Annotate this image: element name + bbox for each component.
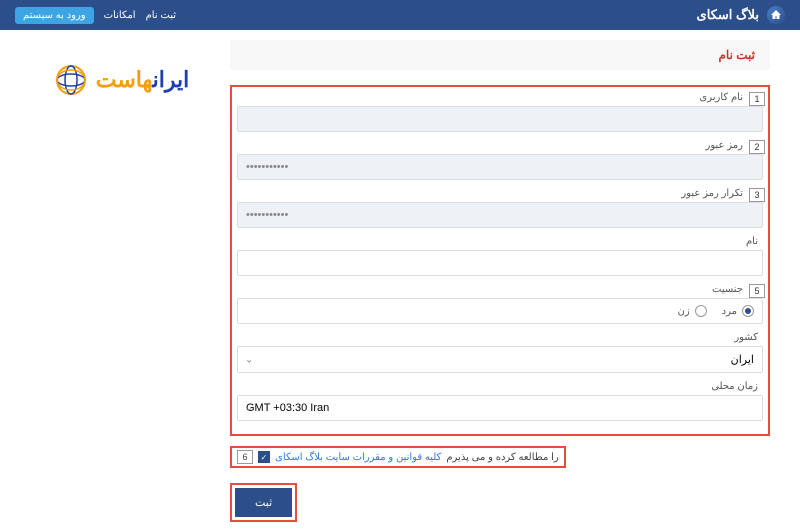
- field-number-badge: 1: [749, 92, 765, 106]
- page-title-bar: ثبت نام: [230, 40, 770, 70]
- terms-checkbox[interactable]: ✓: [258, 451, 270, 463]
- password-repeat-input[interactable]: [237, 202, 763, 228]
- main-form-area: ثبت نام 1 نام کاربری 2 رمز عبور 3 تکرار …: [230, 40, 770, 522]
- app-header: بلاگ اسکای ثبت نام امکانات ورود به سیستم: [0, 0, 800, 30]
- gender-female-option[interactable]: زن: [677, 305, 706, 317]
- name-input[interactable]: [237, 250, 763, 276]
- field-number-badge: 2: [749, 140, 765, 154]
- password-label: رمز عبور: [237, 140, 763, 151]
- login-button[interactable]: ورود به سیستم: [15, 7, 94, 24]
- name-label: نام: [237, 236, 763, 247]
- site-logo-icon: [767, 6, 785, 24]
- gender-male-option[interactable]: مرد: [722, 305, 754, 317]
- signup-form: 1 نام کاربری 2 رمز عبور 3 تکرار رمز عبور…: [230, 85, 770, 436]
- timezone-select[interactable]: GMT +03:30 Iran: [237, 395, 763, 421]
- gender-female-label: زن: [677, 306, 689, 317]
- terms-link[interactable]: کلیه قوانین و مقررات سایت بلاگ اسکای: [275, 452, 441, 463]
- password-repeat-label: تکرار رمز عبور: [237, 188, 763, 199]
- field-number-badge: 6: [237, 450, 253, 464]
- timezone-label: زمان محلی: [237, 381, 763, 392]
- username-label: نام کاربری: [237, 92, 763, 103]
- field-number-badge: 3: [749, 188, 765, 202]
- country-select[interactable]: ایران: [237, 346, 763, 373]
- country-label: کشور: [237, 332, 763, 343]
- globe-icon: [51, 60, 91, 100]
- site-title: بلاگ اسکای: [697, 7, 759, 23]
- gender-label: جنسیت: [237, 284, 763, 295]
- brand-panel: ایرانهاست: [30, 40, 210, 522]
- radio-icon: [742, 305, 754, 317]
- radio-icon: [695, 305, 707, 317]
- nav-signup-link[interactable]: ثبت نام: [146, 10, 176, 21]
- brand-text: ایرانهاست: [96, 67, 190, 93]
- page-title: ثبت نام: [718, 48, 755, 62]
- field-number-badge: 5: [749, 284, 765, 298]
- terms-text-suffix: را مطالعه کرده و می پذیرم: [446, 452, 558, 463]
- username-input[interactable]: [237, 106, 763, 132]
- gender-male-label: مرد: [722, 306, 737, 317]
- nav-features-link[interactable]: امکانات: [104, 10, 136, 21]
- submit-button[interactable]: ثبت: [235, 488, 292, 517]
- submit-highlight: ثبت: [230, 483, 297, 522]
- gender-radio-group: مرد زن: [237, 298, 763, 324]
- terms-row: را مطالعه کرده و می پذیرم کلیه قوانین و …: [230, 446, 566, 468]
- password-input[interactable]: [237, 154, 763, 180]
